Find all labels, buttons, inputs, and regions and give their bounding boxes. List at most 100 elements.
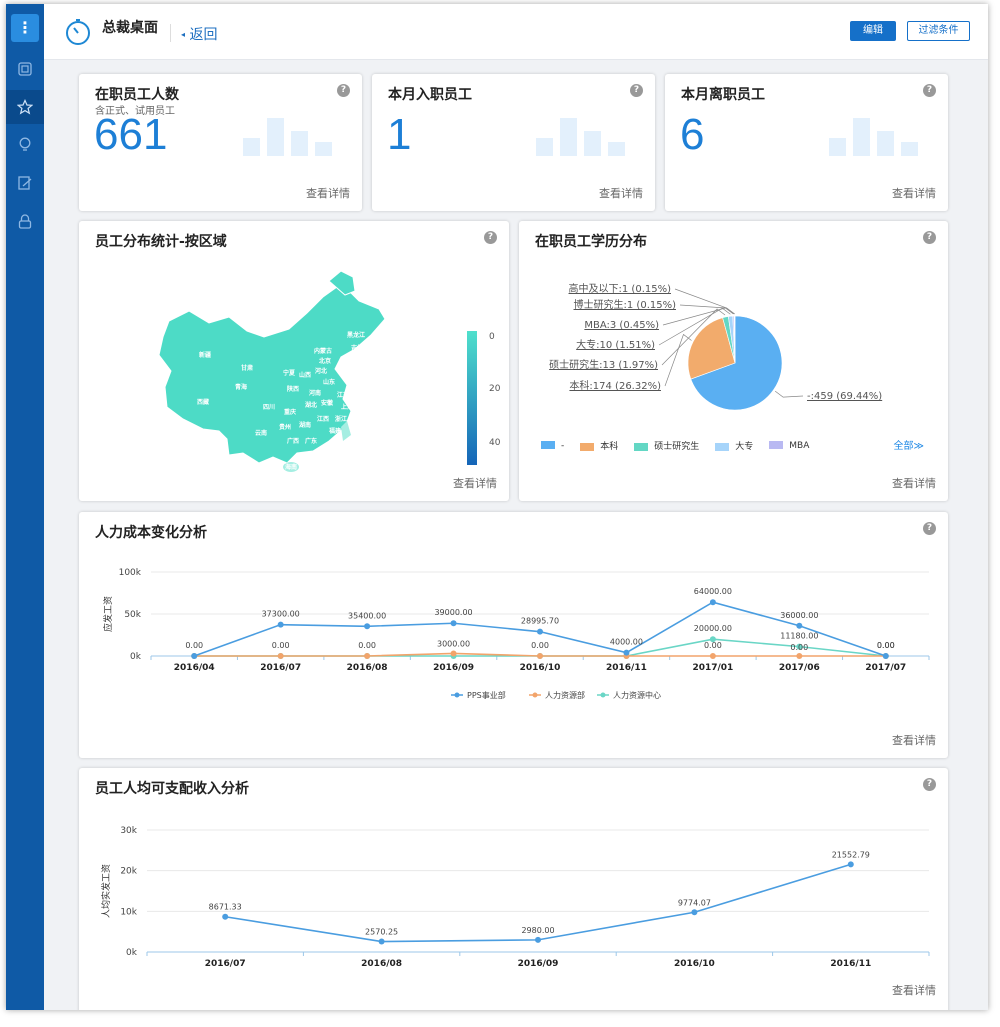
data-point[interactable] (882, 653, 889, 659)
card-title: 员工分布统计-按区域 (95, 234, 227, 250)
legend-item[interactable]: 硕士研究生 (634, 439, 699, 452)
view-details-link[interactable]: 查看详情 (599, 185, 643, 201)
data-point[interactable] (450, 620, 457, 627)
data-point[interactable] (535, 936, 541, 943)
data-point[interactable] (709, 653, 716, 659)
data-point[interactable] (623, 649, 630, 656)
data-point[interactable] (796, 653, 803, 659)
data-label: 36000.00 (780, 611, 818, 620)
color-scale-bar[interactable] (467, 331, 477, 465)
kpi-title: 本月入职员工 (388, 87, 472, 103)
legend-label: 本科 (600, 442, 619, 452)
map-label: 海南 (285, 463, 297, 471)
sparkbar-decoration (243, 118, 332, 156)
legend-swatch (715, 442, 730, 451)
sidebar-item-ideas[interactable] (6, 128, 44, 162)
map-label: 重庆 (284, 408, 296, 416)
data-point[interactable] (277, 653, 284, 659)
pie-label: MBA:3 (0.45%) (584, 320, 659, 331)
kpi-card-headcount: 在职员工人数 ? 含正式、试用员工 661 查看详情 (79, 74, 362, 211)
china-map[interactable]: 新疆 西藏 青海 甘肃 内蒙古 黑龙江 吉林 辽宁 北京 河北 山西 宁夏 陕西… (79, 251, 509, 501)
data-point[interactable] (847, 861, 854, 868)
map-label: 甘肃 (241, 364, 253, 372)
lock-icon (18, 213, 32, 229)
legend-marker[interactable] (532, 692, 538, 698)
help-icon[interactable]: ? (923, 84, 936, 97)
view-details-link[interactable]: 查看详情 (892, 185, 936, 201)
view-details-link[interactable]: 查看详情 (892, 475, 936, 491)
legend-item[interactable]: - (541, 441, 564, 451)
sidebar-item-lock[interactable] (6, 204, 44, 238)
data-label: 0.00 (272, 641, 290, 650)
help-icon[interactable]: ? (337, 84, 350, 97)
data-point[interactable] (364, 653, 371, 659)
y-axis-label: 应发工资 (102, 596, 114, 632)
sidebar-item-dashboard[interactable] (6, 52, 44, 86)
card-title: 员工人均可支配收入分析 (95, 781, 249, 797)
help-icon[interactable]: ? (923, 778, 936, 791)
view-details-link[interactable]: 查看详情 (892, 732, 936, 748)
labor-cost-line-chart[interactable]: 0k 50k 100k 2016/04 2016/07 2016/08 2016/09 201… (79, 548, 948, 748)
map-label: 江西 (317, 415, 329, 423)
map-label: 湖南 (299, 421, 311, 429)
data-label: 0.00 (790, 643, 808, 652)
data-point[interactable] (191, 653, 198, 659)
view-details-link[interactable]: 查看详情 (453, 475, 497, 491)
sparkbar-decoration (829, 118, 918, 156)
dashboard-icon (18, 62, 32, 76)
data-point[interactable] (709, 599, 716, 606)
data-label: 21552.79 (832, 850, 870, 859)
sidebar-item-edit[interactable] (6, 166, 44, 200)
x-tick-label: 2016/09 (433, 663, 474, 673)
legend-item[interactable]: MBA (769, 441, 809, 451)
data-label: 0.00 (185, 641, 203, 650)
data-label: 8671.33 (209, 903, 242, 912)
data-point[interactable] (796, 622, 803, 629)
legend-marker[interactable] (454, 692, 460, 698)
data-point[interactable] (691, 909, 698, 916)
back-link[interactable]: ◂ 返回 (181, 24, 217, 44)
help-icon[interactable]: ? (630, 84, 643, 97)
data-point[interactable] (537, 628, 543, 635)
stopwatch-icon (66, 19, 90, 45)
view-details-link[interactable]: 查看详情 (892, 982, 936, 998)
x-tick-label: 2016/11 (830, 959, 871, 969)
legend-marker[interactable] (600, 692, 606, 698)
data-label: 3000.00 (437, 639, 470, 648)
map-label: 内蒙古 (314, 347, 332, 355)
menu-icon[interactable]: ⋮ (11, 14, 39, 42)
pie-leader-line (664, 333, 692, 387)
card-title: 人力成本变化分析 (95, 525, 207, 541)
data-point[interactable] (277, 621, 284, 628)
map-label: 北京 (319, 357, 331, 365)
legend-item[interactable]: 本科 (580, 439, 618, 452)
data-point[interactable] (378, 938, 385, 945)
edit-button[interactable]: 编辑 (850, 21, 896, 41)
data-point[interactable] (450, 650, 457, 657)
map-label: 江苏 (337, 391, 349, 399)
data-point[interactable] (222, 913, 229, 920)
help-icon[interactable]: ? (484, 231, 497, 244)
income-line-chart[interactable]: 0k 10k 20k 30k 2016/07 2016/08 2016/09 2016/10 2… (79, 804, 948, 1004)
map-label: 辽宁 (343, 357, 355, 365)
help-icon[interactable]: ? (923, 522, 936, 535)
data-point[interactable] (364, 623, 371, 630)
map-label: 山东 (323, 378, 335, 386)
filter-button[interactable]: 过滤条件 (907, 21, 970, 41)
legend-expand-link[interactable]: 全部≫ (894, 437, 924, 452)
help-icon[interactable]: ? (923, 231, 936, 244)
income-card: 员工人均可支配收入分析 ? 0k 10k 20k 30k 2016/07 2016/08 2… (79, 768, 948, 1010)
education-pie-chart[interactable]: 高中及以下:1 (0.15%) 博士研究生:1 (0.15%) MBA:3 (0.4… (519, 251, 948, 441)
sidebar-item-favorites[interactable] (6, 90, 44, 124)
data-label: 4000.00 (610, 638, 643, 647)
legend-label: MBA (789, 440, 810, 451)
legend-item[interactable]: 大专 (715, 439, 753, 452)
data-point[interactable] (537, 653, 543, 659)
legend-label: 硕士研究生 (654, 442, 700, 452)
x-tick-label: 2016/10 (520, 663, 561, 673)
legend-label: PPS事业部 (467, 690, 506, 700)
y-axis-label: 人均实发工资 (100, 864, 112, 918)
sidebar: ⋮ (6, 4, 44, 1010)
view-details-link[interactable]: 查看详情 (306, 185, 350, 201)
legend-label: 人力资源中心 (613, 690, 661, 700)
